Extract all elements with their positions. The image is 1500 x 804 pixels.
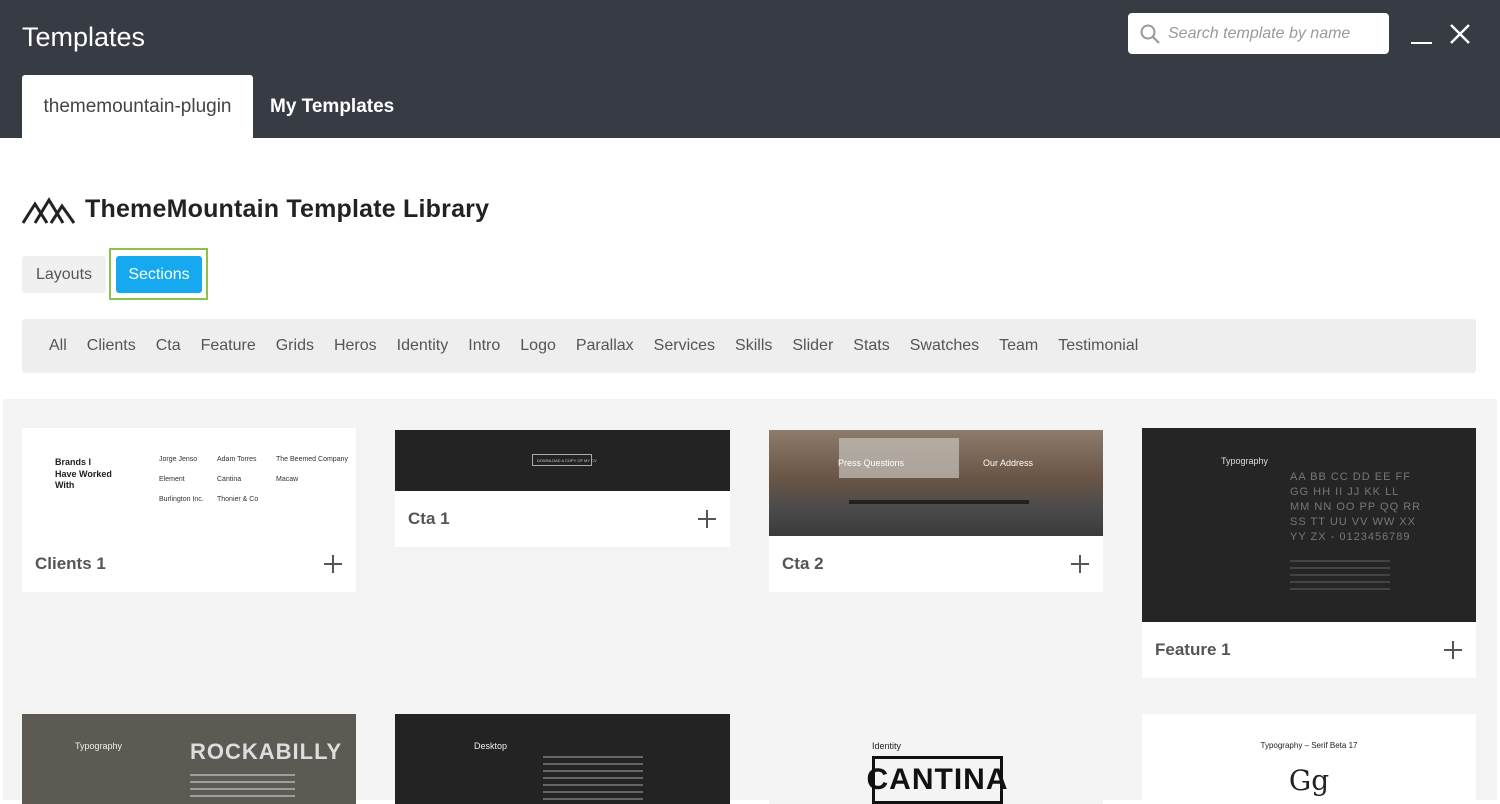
add-template-icon[interactable] — [324, 555, 342, 573]
category-filter-bar: All Clients Cta Feature Grids Heros Iden… — [22, 319, 1476, 373]
sections-button[interactable]: Sections — [116, 256, 202, 293]
thumb-text: Element — [159, 476, 185, 483]
filter-logo[interactable]: Logo — [520, 337, 556, 355]
template-card-typography-serif[interactable]: Typography – Serif Beta 17 Gg — [1142, 714, 1476, 804]
thumb-text: GG HH II JJ KK LL — [1290, 486, 1400, 498]
filter-heros[interactable]: Heros — [334, 337, 377, 355]
filter-services[interactable]: Services — [654, 337, 715, 355]
filter-slider[interactable]: Slider — [792, 337, 833, 355]
library-title: ThemeMountain Template Library — [85, 195, 490, 223]
thumb-text: Jorge Jenso — [159, 456, 198, 463]
thumb-text: Macaw — [276, 476, 299, 483]
thumb-text: MM NN OO PP QQ RR — [1290, 501, 1422, 513]
filter-testimonial[interactable]: Testimonial — [1058, 337, 1138, 355]
template-grid: Brands I Have Worked With Jorge Jenso Ad… — [3, 399, 1497, 804]
template-card-typography-rockabilly[interactable]: Typography ROCKABILLY — [22, 714, 356, 804]
thumb-text: The Beemed Company — [276, 456, 348, 463]
template-thumbnail: Typography AA BB CC DD EE FF GG HH II JJ… — [1142, 428, 1476, 622]
filter-all[interactable]: All — [49, 337, 67, 355]
template-thumbnail: Press Questions Our Address — [769, 430, 1103, 536]
thumb-paragraph — [190, 774, 295, 798]
card-title: Cta 2 — [782, 554, 824, 573]
add-template-icon[interactable] — [698, 510, 716, 528]
filter-stats[interactable]: Stats — [853, 337, 889, 355]
close-button[interactable] — [1446, 20, 1474, 48]
card-footer: Cta 2 — [769, 536, 1103, 592]
template-card-clients-1[interactable]: Brands I Have Worked With Jorge Jenso Ad… — [22, 428, 356, 592]
thumb-text: Thonier & Co — [217, 496, 259, 503]
thumb-brand: ROCKABILLY — [190, 739, 343, 764]
template-card-feature-1[interactable]: Typography AA BB CC DD EE FF GG HH II JJ… — [1142, 428, 1476, 678]
template-card-cta-1[interactable]: DOWNLOAD A COPY OF MY CV Cta 1 — [395, 430, 730, 547]
thumb-logo-frame: CANTINA — [867, 756, 1008, 804]
thumb-text: SS TT UU VV WW XX — [1290, 516, 1416, 528]
template-thumbnail: DOWNLOAD A COPY OF MY CV — [395, 430, 730, 491]
card-title: Cta 1 — [408, 509, 450, 528]
filter-cta[interactable]: Cta — [156, 337, 181, 355]
card-title: Clients 1 — [35, 554, 106, 573]
thumb-heading: Identity — [872, 741, 902, 751]
filter-intro[interactable]: Intro — [468, 337, 500, 355]
card-footer: Feature 1 — [1142, 622, 1476, 678]
thumb-text: AA BB CC DD EE FF — [1290, 471, 1411, 483]
thumb-brand: CANTINA — [866, 763, 1009, 796]
filter-clients[interactable]: Clients — [87, 337, 136, 355]
thumb-heading: Typography – Serif Beta 17 — [1260, 741, 1358, 750]
thumb-table — [849, 500, 1029, 504]
filter-team[interactable]: Team — [999, 337, 1038, 355]
thumb-paragraph — [1290, 560, 1390, 590]
thememountain-logo-icon — [22, 197, 76, 224]
thumb-text: Adam Torres — [217, 456, 257, 463]
filter-parallax[interactable]: Parallax — [576, 337, 634, 355]
tab-thememountain-plugin[interactable]: thememountain-plugin — [22, 75, 253, 138]
thumb-text: Cantina — [217, 476, 242, 483]
thumb-heading: Typography — [75, 741, 123, 751]
minimize-button[interactable] — [1408, 20, 1436, 48]
thumb-paragraph — [543, 756, 643, 800]
thumb-glyph: Gg — [1288, 764, 1330, 797]
card-footer: Clients 1 — [22, 536, 356, 592]
template-card-cta-2[interactable]: Press Questions Our Address Cta 2 — [769, 430, 1103, 592]
search-input[interactable] — [1168, 24, 1378, 43]
card-footer: Cta 1 — [395, 491, 730, 547]
thumb-heading: Brands I Have Worked With — [55, 457, 112, 491]
filter-grids[interactable]: Grids — [276, 337, 314, 355]
filter-swatches[interactable]: Swatches — [910, 337, 979, 355]
search-icon — [1140, 24, 1160, 44]
layouts-button[interactable]: Layouts — [22, 256, 106, 293]
filter-skills[interactable]: Skills — [735, 337, 772, 355]
template-card-desktop[interactable]: Desktop — [395, 714, 730, 804]
search-box[interactable] — [1128, 13, 1389, 54]
thumb-text: Burlington Inc. — [159, 496, 204, 503]
thumb-text: YY ZX - 0123456789 — [1290, 531, 1411, 543]
card-title: Feature 1 — [1155, 640, 1231, 659]
thumb-heading: Typography — [1221, 456, 1269, 466]
close-icon — [1450, 24, 1470, 44]
add-template-icon[interactable] — [1071, 555, 1089, 573]
thumb-text: Our Address — [983, 458, 1034, 468]
thumb-text: Press Questions — [838, 458, 905, 468]
tab-my-templates[interactable]: My Templates — [270, 75, 394, 138]
app-title: Templates — [22, 22, 146, 52]
filter-feature[interactable]: Feature — [201, 337, 256, 355]
thumb-text: DOWNLOAD A COPY OF MY CV — [537, 458, 597, 463]
thumb-heading: Desktop — [474, 741, 508, 751]
template-thumbnail: Brands I Have Worked With Jorge Jenso Ad… — [22, 428, 356, 536]
add-template-icon[interactable] — [1444, 641, 1462, 659]
template-card-identity-cantina[interactable]: Identity CANTINA — [769, 714, 1103, 804]
header-bar: Templates thememountain-plugin My Templa… — [0, 0, 1500, 138]
filter-identity[interactable]: Identity — [397, 337, 449, 355]
thumb-button: DOWNLOAD A COPY OF MY CV — [532, 454, 597, 466]
